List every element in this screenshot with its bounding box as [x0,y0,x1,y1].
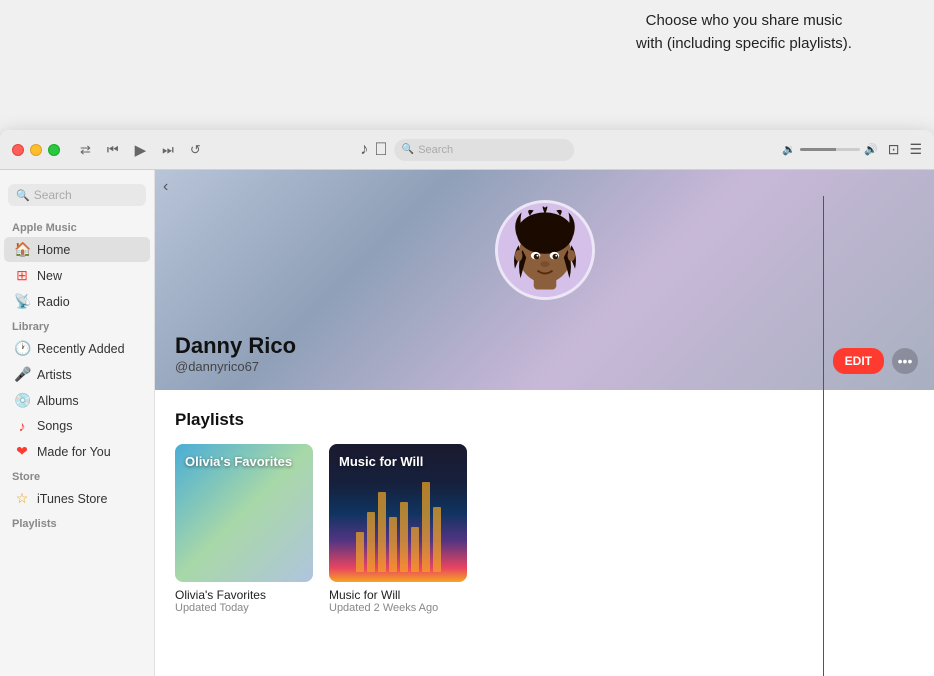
bar-1 [356,532,364,572]
playlist-cover-title-olivias: Olivia's Favorites [185,454,292,471]
bar-7 [422,482,430,572]
recently-added-icon: 🕐 [14,340,30,357]
lyrics-button[interactable]: ☰ [909,141,922,158]
sidebar-item-albums[interactable]: 💿 Albums [4,388,150,413]
titlebar: ⇄ ⏮ ▶ ⏭ ↺ ♪  🔍 Search 🔉 🔊 ⊡ ☰ [0,130,934,170]
music-note-icon: ♪ [360,141,368,159]
previous-button[interactable]: ⏮ [107,142,119,158]
equalizer-bars [329,482,467,582]
back-button[interactable]: ‹ [163,178,168,196]
sidebar-item-songs[interactable]: ♪ Songs [4,414,150,438]
main-panel: ‹ [155,170,934,676]
playlist-cover-title-will: Music for Will [339,454,423,471]
playlist-cover-music-for-will: Music for Will [329,444,467,582]
playlist-label-will: Music for Will [329,588,467,602]
sidebar-item-made-for-you-label: Made for You [37,445,111,459]
bar-3 [378,492,386,572]
bar-2 [367,512,375,572]
made-for-you-icon: ❤ [14,443,30,460]
tooltip-text: Choose who you share music with (includi… [634,10,854,55]
playlist-sublabel-will: Updated 2 Weeks Ago [329,602,467,614]
sidebar-item-radio[interactable]: 📡 Radio [4,289,150,314]
sidebar-section-playlists: Playlists [0,512,154,532]
sidebar-item-songs-label: Songs [37,419,72,433]
bar-6 [411,527,419,572]
playlists-section: Playlists Olivia's Favorites Olivia's Fa… [155,390,934,634]
search-icon: 🔍 [402,144,414,155]
sidebar-search[interactable]: 🔍 Search [8,184,146,206]
shuffle-button[interactable]: ⇄ [80,142,91,158]
sidebar-search-icon: 🔍 [16,189,30,202]
titlebar-right: 🔉 🔊 ⊡ ☰ [782,141,922,158]
bar-5 [400,502,408,572]
profile-avatar-container [495,200,595,300]
sidebar-item-home[interactable]: 🏠 Home [4,237,150,262]
playlist-cover-olivias-favorites: Olivia's Favorites [175,444,313,582]
main-window: ⇄ ⏮ ▶ ⏭ ↺ ♪  🔍 Search 🔉 🔊 ⊡ ☰ [0,130,934,676]
sidebar-item-albums-label: Albums [37,394,79,408]
volume-low-icon: 🔉 [782,143,796,156]
bar-4 [389,517,397,572]
sidebar-item-made-for-you[interactable]: ❤ Made for You [4,439,150,464]
profile-actions: EDIT ••• [833,348,918,374]
sidebar-section-apple-music: Apple Music [0,216,154,236]
next-button[interactable]: ⏭ [162,142,174,158]
radio-icon: 📡 [14,293,30,310]
sidebar-item-home-label: Home [37,243,70,257]
sidebar-item-radio-label: Radio [37,295,70,309]
profile-handle: @dannyrico67 [175,359,296,374]
volume-control: 🔉 🔊 [782,143,877,156]
playback-controls: ⇄ ⏮ ▶ ⏭ ↺ [80,141,201,159]
traffic-lights [12,144,60,156]
tooltip-line [823,196,824,676]
playlist-card-olivias-favorites[interactable]: Olivia's Favorites Olivia's Favorites Up… [175,444,313,614]
sidebar-item-itunes-store-label: iTunes Store [37,492,107,506]
content-area: 🔍 Search Apple Music 🏠 Home ⊞ New 📡 Radi… [0,170,934,676]
sidebar-item-recently-added[interactable]: 🕐 Recently Added [4,336,150,361]
playlists-grid: Olivia's Favorites Olivia's Favorites Up… [175,444,914,614]
artists-icon: 🎤 [14,366,30,383]
more-options-button[interactable]: ••• [892,348,918,374]
sidebar-item-new-label: New [37,269,62,283]
close-button[interactable] [12,144,24,156]
airplay-button[interactable]: ⊡ [888,141,900,158]
volume-slider[interactable] [800,148,860,151]
tooltip-area: Choose who you share music with (includi… [554,0,934,130]
memoji-image [498,200,592,300]
playlist-card-music-for-will[interactable]: Music for Will [329,444,467,614]
sidebar-item-itunes-store[interactable]: ☆ iTunes Store [4,486,150,511]
maximize-button[interactable] [48,144,60,156]
repeat-button[interactable]: ↺ [190,142,201,158]
sidebar: 🔍 Search Apple Music 🏠 Home ⊞ New 📡 Radi… [0,170,155,676]
sidebar-item-artists[interactable]: 🎤 Artists [4,362,150,387]
edit-button[interactable]: EDIT [833,348,884,374]
sidebar-section-library: Library [0,315,154,335]
sidebar-item-new[interactable]: ⊞ New [4,263,150,288]
sidebar-item-artists-label: Artists [37,368,72,382]
bar-8 [433,507,441,572]
sidebar-section-store: Store [0,465,154,485]
profile-avatar [495,200,595,300]
new-icon: ⊞ [14,267,30,284]
sidebar-item-recently-added-label: Recently Added [37,342,125,356]
profile-info: Danny Rico @dannyrico67 [175,333,296,374]
home-icon: 🏠 [14,241,30,258]
play-button[interactable]: ▶ [135,141,147,159]
profile-name: Danny Rico [175,333,296,359]
sidebar-search-placeholder: Search [34,188,72,202]
itunes-store-icon: ☆ [14,490,30,507]
apple-logo-icon:  [374,139,388,160]
songs-icon: ♪ [14,418,30,434]
volume-high-icon: 🔊 [864,143,878,156]
minimize-button[interactable] [30,144,42,156]
search-bar[interactable]: 🔍 Search [394,139,574,161]
playlist-label-olivias: Olivia's Favorites [175,588,313,602]
titlebar-center: ♪  🔍 Search [360,139,574,161]
playlists-section-title: Playlists [175,410,914,430]
profile-banner: Danny Rico @dannyrico67 EDIT ••• [155,170,934,390]
playlist-sublabel-olivias: Updated Today [175,602,313,614]
albums-icon: 💿 [14,392,30,409]
search-placeholder: Search [418,144,453,156]
